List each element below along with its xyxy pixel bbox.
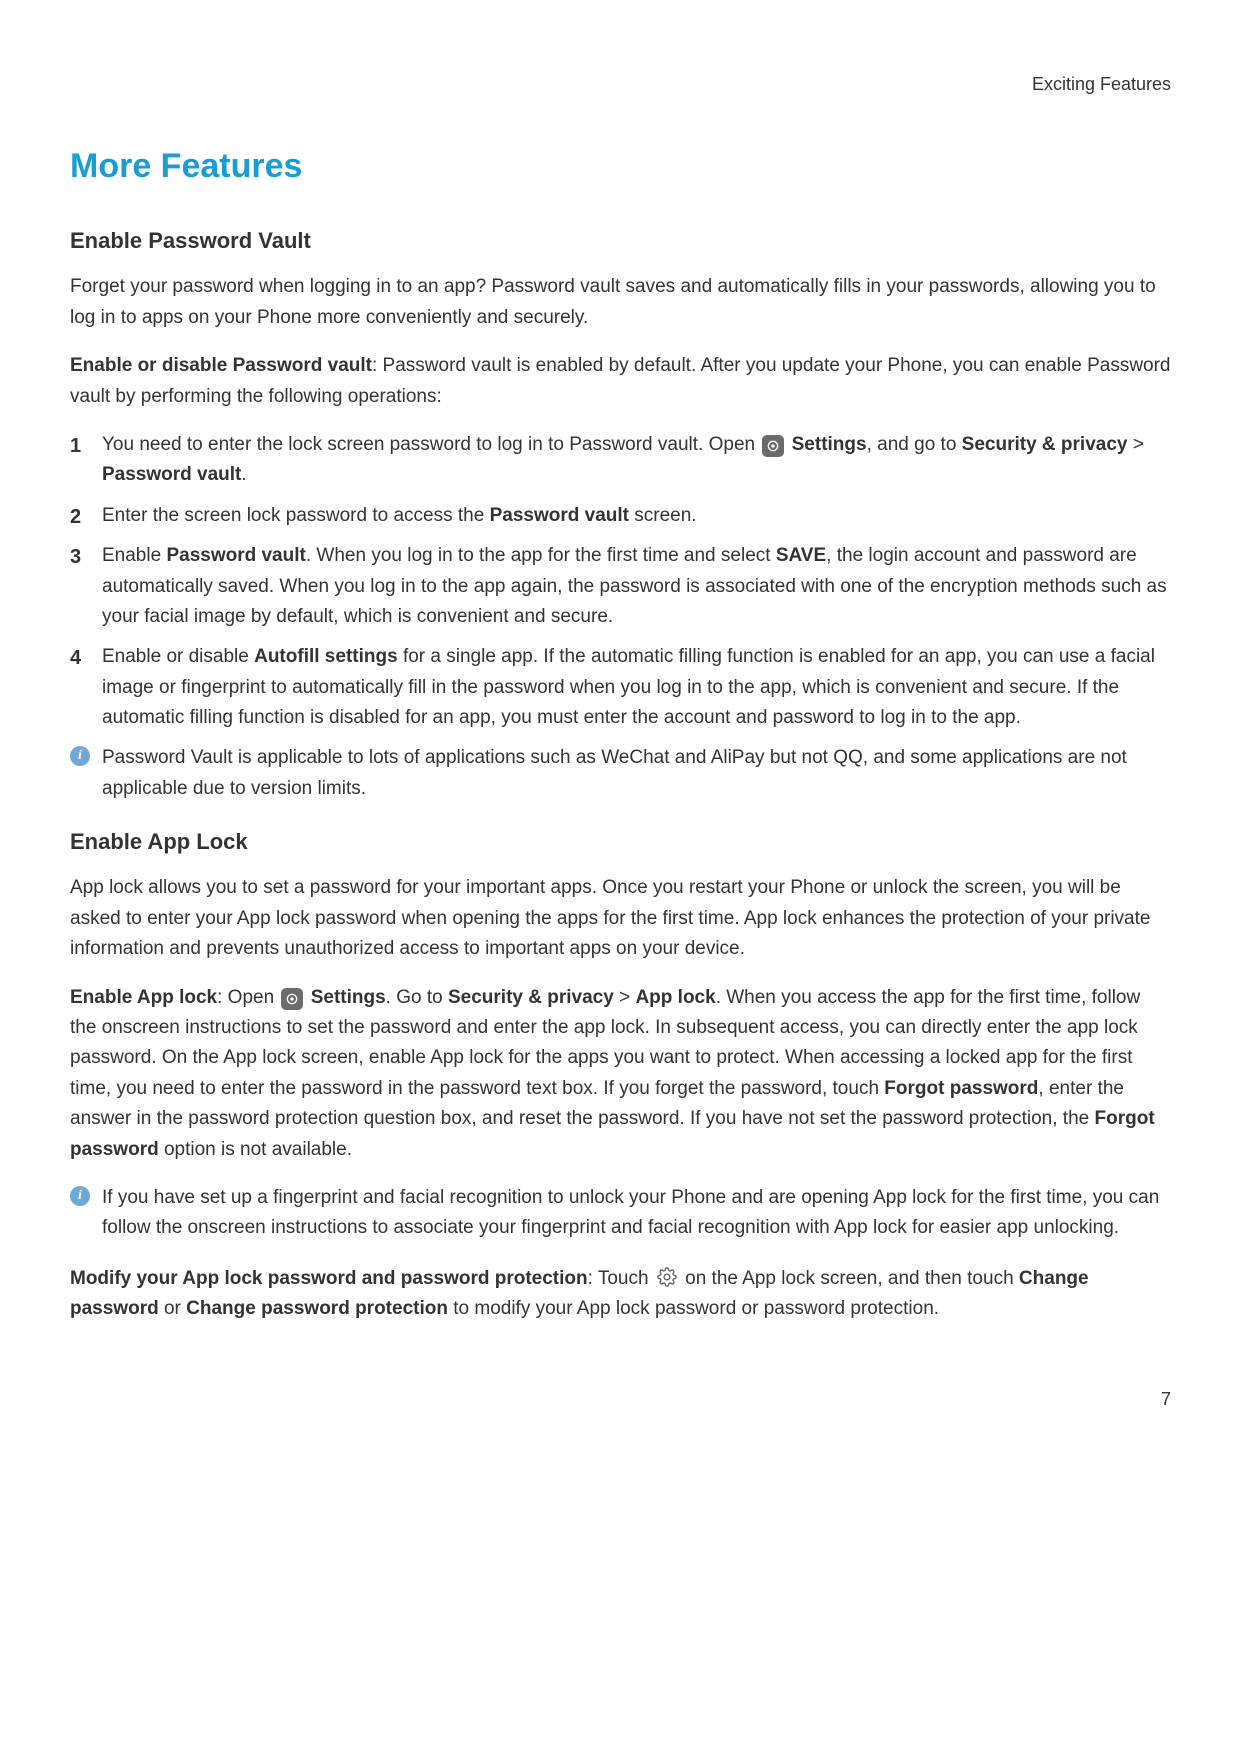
pv-enable-label: Enable or disable Password vault xyxy=(70,355,372,376)
text: . xyxy=(241,464,246,485)
settings-label: Settings xyxy=(786,434,866,455)
step-number: 1 xyxy=(70,430,81,462)
settings-label: Settings xyxy=(305,987,385,1008)
page-title: More Features xyxy=(70,139,1171,193)
pv-info-note: i Password Vault is applicable to lots o… xyxy=(70,743,1171,804)
pv-heading: Enable Password Vault xyxy=(70,223,1171,258)
page-number: 7 xyxy=(70,1385,1171,1414)
info-icon: i xyxy=(70,1186,90,1206)
al-modify-paragraph: Modify your App lock password and passwo… xyxy=(70,1264,1171,1325)
al-modify-label: Modify your App lock password and passwo… xyxy=(70,1268,588,1289)
settings-icon xyxy=(281,988,303,1010)
text: Enable or disable xyxy=(102,646,254,667)
separator: > xyxy=(1127,434,1143,455)
pv-enable-line: Enable or disable Password vault: Passwo… xyxy=(70,351,1171,412)
al-enable-label: Enable App lock xyxy=(70,987,217,1008)
step-number: 2 xyxy=(70,501,81,533)
autofill-settings-label: Autofill settings xyxy=(254,646,398,667)
text: Password Vault is applicable to lots of … xyxy=(102,747,1127,798)
password-vault-label: Password vault xyxy=(490,505,629,526)
text: on the App lock screen, and then touch xyxy=(680,1268,1019,1289)
text: You need to enter the lock screen passwo… xyxy=(102,434,760,455)
pv-step-2: 2 Enter the screen lock password to acce… xyxy=(70,501,1171,531)
password-vault-label: Password vault xyxy=(166,545,305,566)
text: : Touch xyxy=(588,1268,654,1289)
settings-icon xyxy=(762,435,784,457)
app-lock-label: App lock xyxy=(635,987,715,1008)
gear-icon xyxy=(656,1266,678,1288)
text: If you have set up a fingerprint and fac… xyxy=(102,1187,1159,1238)
breadcrumb: Exciting Features xyxy=(70,70,1171,99)
al-heading: Enable App Lock xyxy=(70,824,1171,859)
al-info-note: i If you have set up a fingerprint and f… xyxy=(70,1183,1171,1244)
pv-step-3: 3 Enable Password vault. When you log in… xyxy=(70,541,1171,632)
text: option is not available. xyxy=(159,1139,352,1160)
save-label: SAVE xyxy=(776,545,826,566)
change-password-protection-label: Change password protection xyxy=(186,1298,448,1319)
separator: > xyxy=(614,987,636,1008)
pv-step-4: 4 Enable or disable Autofill settings fo… xyxy=(70,642,1171,733)
al-intro: App lock allows you to set a password fo… xyxy=(70,873,1171,964)
text: or xyxy=(159,1298,186,1319)
info-icon: i xyxy=(70,746,90,766)
text: screen. xyxy=(629,505,697,526)
text: : Open xyxy=(217,987,279,1008)
pv-step-1: 1 You need to enter the lock screen pass… xyxy=(70,430,1171,491)
step-number: 3 xyxy=(70,541,81,573)
forgot-password-label: Forgot password xyxy=(884,1078,1038,1099)
security-privacy-label: Security & privacy xyxy=(962,434,1128,455)
password-vault-label: Password vault xyxy=(102,464,241,485)
text: , and go to xyxy=(867,434,962,455)
security-privacy-label: Security & privacy xyxy=(448,987,614,1008)
text: Enable xyxy=(102,545,166,566)
text: to modify your App lock password or pass… xyxy=(448,1298,939,1319)
al-enable-paragraph: Enable App lock: Open Settings. Go to Se… xyxy=(70,983,1171,1165)
step-number: 4 xyxy=(70,642,81,674)
text: . When you log in to the app for the fir… xyxy=(306,545,776,566)
text: . Go to xyxy=(386,987,448,1008)
pv-intro: Forget your password when logging in to … xyxy=(70,272,1171,333)
pv-steps: 1 You need to enter the lock screen pass… xyxy=(70,430,1171,734)
text: Enter the screen lock password to access… xyxy=(102,505,490,526)
